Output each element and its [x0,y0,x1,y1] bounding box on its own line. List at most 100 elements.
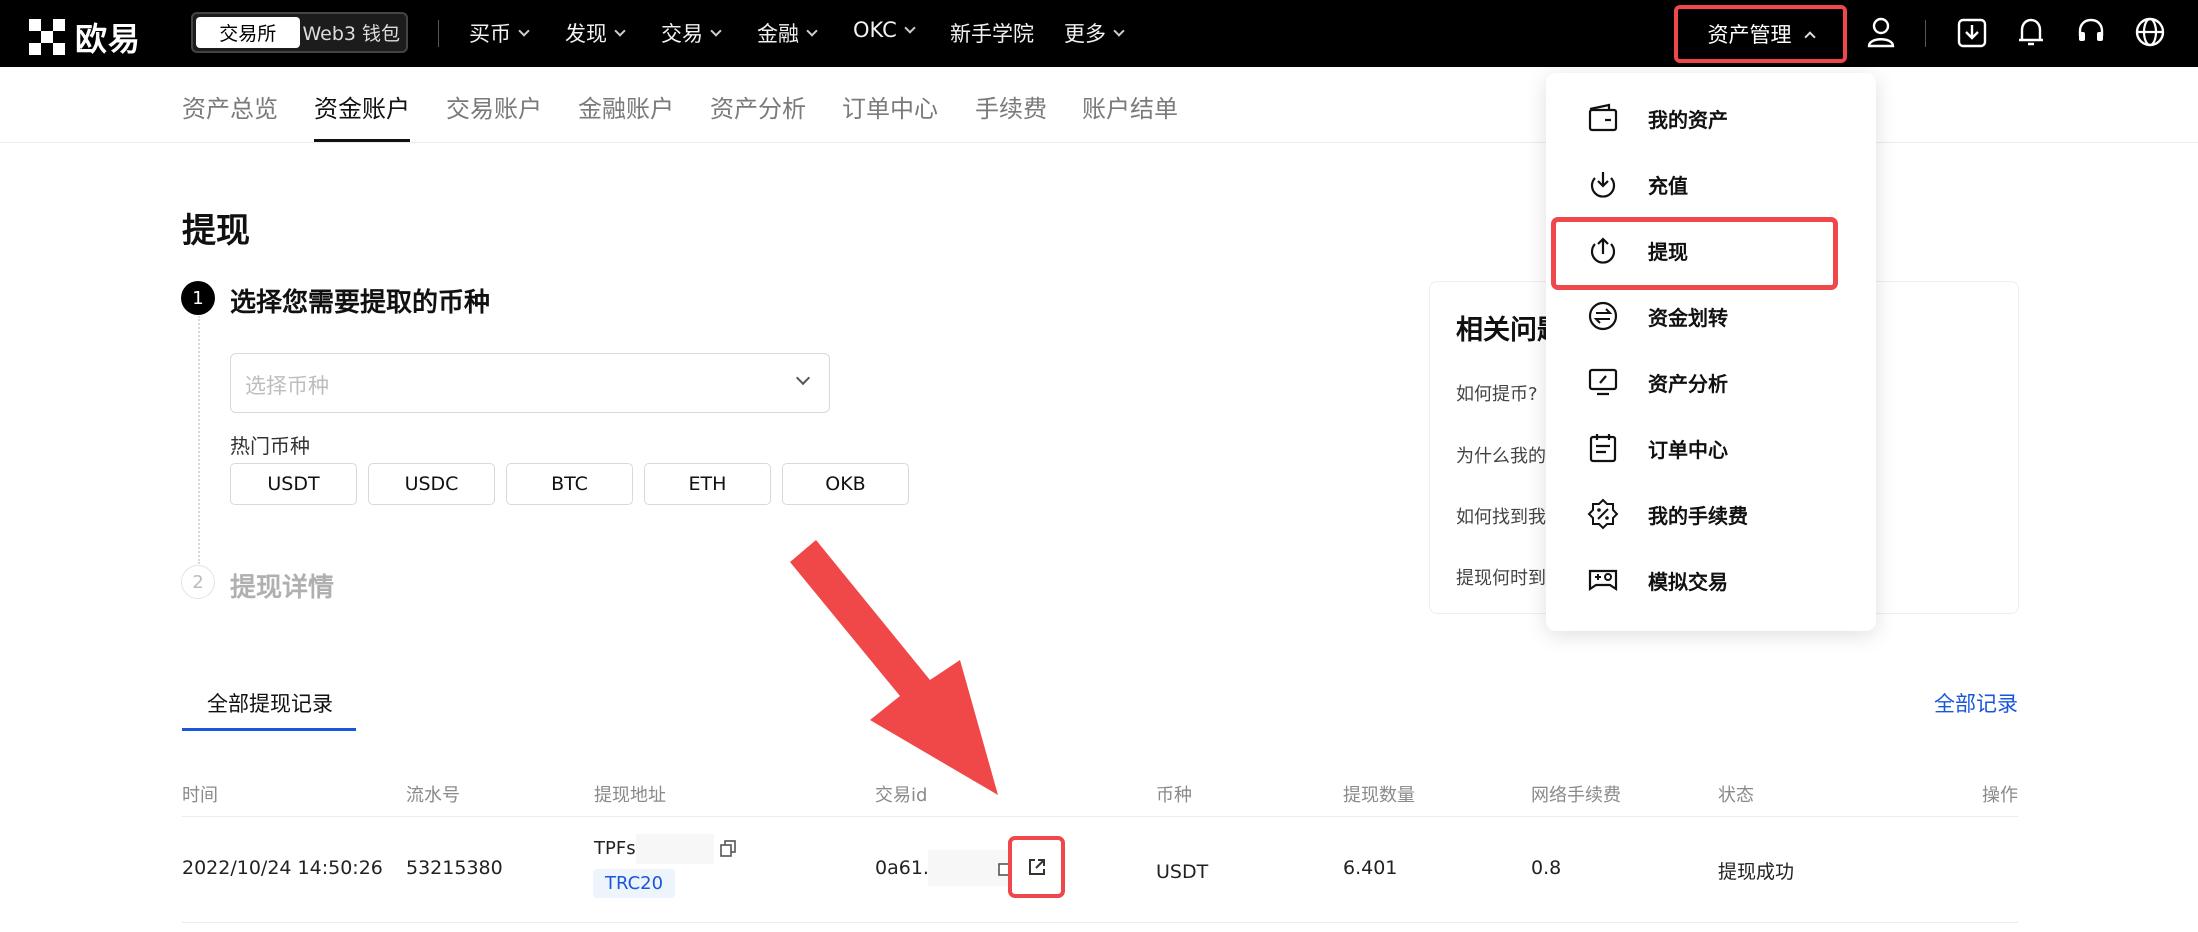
step-2-title: 提现详情 [230,573,335,603]
download-app-icon[interactable] [1955,14,1989,50]
record-coin: USDT [1156,861,1209,883]
fee-badge-icon [1586,497,1620,531]
menu-item-label: 我的手续费 [1648,503,1748,528]
faq-question-link[interactable]: 如何找到我 [1456,503,1546,529]
step-1-title: 选择您需要提取的币种 [230,288,491,318]
menu-item-demo-trading[interactable]: 模拟交易 [1546,547,1876,613]
chevron-down-icon [614,24,626,37]
hot-coin-usdc[interactable]: USDC [368,463,495,505]
chevron-down-icon [806,24,818,37]
record-serial: 53215380 [406,857,503,879]
logo-text: 欧易 [75,20,142,58]
menu-item-label: 订单中心 [1648,437,1728,462]
active-tab-underline [182,728,356,731]
nav-buy-crypto[interactable]: 买币 [469,18,530,48]
menu-item-my-assets[interactable]: 我的资产 [1546,85,1876,151]
faq-question-link[interactable]: 提现何时到 [1456,564,1546,590]
nav-finance[interactable]: 金融 [757,18,818,48]
transfer-icon [1586,299,1620,333]
tab-fees[interactable]: 手续费 [975,89,1047,124]
hot-coin-eth[interactable]: ETH [644,463,771,505]
asset-management-dropdown: 我的资产 充值 提现 资金划转 资产分析 订单中心 我的手续费 模拟交易 [1546,73,1876,631]
column-header-serial: 流水号 [406,785,460,806]
record-time: 2022/10/24 14:50:26 [182,857,383,879]
column-header-network-fee: 网络手续费 [1531,785,1621,806]
open-txid-external-link-icon[interactable] [1008,836,1065,898]
analysis-monitor-icon [1586,365,1620,399]
column-header-amount: 提现数量 [1343,785,1415,806]
web3-wallet-mode-button[interactable]: Web3 钱包 [300,17,404,48]
okx-logo[interactable]: 欧易 [29,14,141,60]
column-header-coin: 币种 [1156,785,1192,806]
asset-management-button[interactable]: 资产管理 [1674,5,1847,63]
record-network-fee: 0.8 [1531,857,1562,879]
step-2-badge: 2 [181,565,215,599]
record-status: 提现成功 [1718,861,1795,883]
step-1-badge: 1 [181,281,215,315]
chevron-down-icon [710,24,722,37]
menu-item-asset-analysis[interactable]: 资产分析 [1546,349,1876,415]
tab-order-center[interactable]: 订单中心 [842,89,938,124]
tab-statements[interactable]: 账户结单 [1082,89,1178,124]
nav-finance-label: 金融 [757,22,799,46]
nav-more[interactable]: 更多 [1064,18,1125,48]
exchange-mode-button[interactable]: 交易所 [196,17,300,48]
table-divider [182,816,2018,817]
column-header-time: 时间 [182,785,218,806]
tab-funding-account[interactable]: 资金账户 [314,89,410,124]
coin-select-dropdown[interactable]: 选择币种 [230,353,830,413]
hot-coin-usdt[interactable]: USDT [230,463,357,505]
notification-bell-icon[interactable] [2014,14,2048,50]
faq-question-link[interactable]: 如何提币? [1456,380,1538,406]
nav-divider [1925,20,1926,47]
menu-item-label: 资产分析 [1648,371,1728,396]
chevron-down-icon [1113,24,1125,37]
nav-academy[interactable]: 新手学院 [950,18,1034,48]
column-header-address: 提现地址 [594,785,666,806]
tab-asset-analysis[interactable]: 资产分析 [710,89,806,124]
all-records-link[interactable]: 全部记录 [1934,688,2018,718]
hot-coin-okb[interactable]: OKB [782,463,909,505]
tab-trading-account[interactable]: 交易账户 [446,89,542,124]
hot-coins-label: 热门币种 [230,434,310,458]
nav-trade[interactable]: 交易 [661,18,722,48]
menu-item-transfer[interactable]: 资金划转 [1546,283,1876,349]
nav-divider [438,20,439,47]
nav-trade-label: 交易 [661,22,703,46]
copy-address-icon[interactable] [720,840,736,858]
order-calendar-icon [1586,431,1620,465]
menu-item-label: 模拟交易 [1648,569,1728,594]
hot-coin-btc[interactable]: BTC [506,463,633,505]
customer-support-headset-icon[interactable] [2074,14,2108,50]
tab-finance-account[interactable]: 金融账户 [578,89,674,124]
annotation-arrow-icon [790,540,998,795]
column-header-status: 状态 [1718,785,1754,806]
nav-discover[interactable]: 发现 [565,18,626,48]
chevron-down-icon [904,21,916,34]
withdraw-highlight-box [1551,217,1838,290]
menu-item-my-fees[interactable]: 我的手续费 [1546,481,1876,547]
mode-switch: 交易所 Web3 钱包 [191,12,408,53]
menu-item-order-center[interactable]: 订单中心 [1546,415,1876,481]
user-icon[interactable] [1864,14,1898,50]
record-amount: 6.401 [1343,857,1398,879]
deposit-icon [1586,167,1620,201]
menu-item-label: 充值 [1648,173,1688,198]
nav-buy-label: 买币 [469,22,511,46]
table-divider [182,922,2018,923]
nav-discover-label: 发现 [565,22,607,46]
coin-select-placeholder: 选择币种 [245,374,329,398]
chevron-down-icon [518,24,530,37]
tab-all-withdrawal-records[interactable]: 全部提现记录 [207,688,333,718]
page-title: 提现 [182,211,250,251]
menu-item-label: 我的资产 [1648,107,1728,132]
nav-okc[interactable]: OKC [853,18,916,42]
asset-management-label: 资产管理 [1707,23,1792,47]
active-tab-underline [314,139,410,142]
nav-academy-label: 新手学院 [950,22,1034,46]
tab-assets-overview[interactable]: 资产总览 [182,89,278,124]
faq-question-link[interactable]: 为什么我的 [1456,442,1546,468]
menu-item-deposit[interactable]: 充值 [1546,151,1876,217]
record-address: TPFs [594,838,636,859]
language-globe-icon[interactable] [2133,14,2167,50]
